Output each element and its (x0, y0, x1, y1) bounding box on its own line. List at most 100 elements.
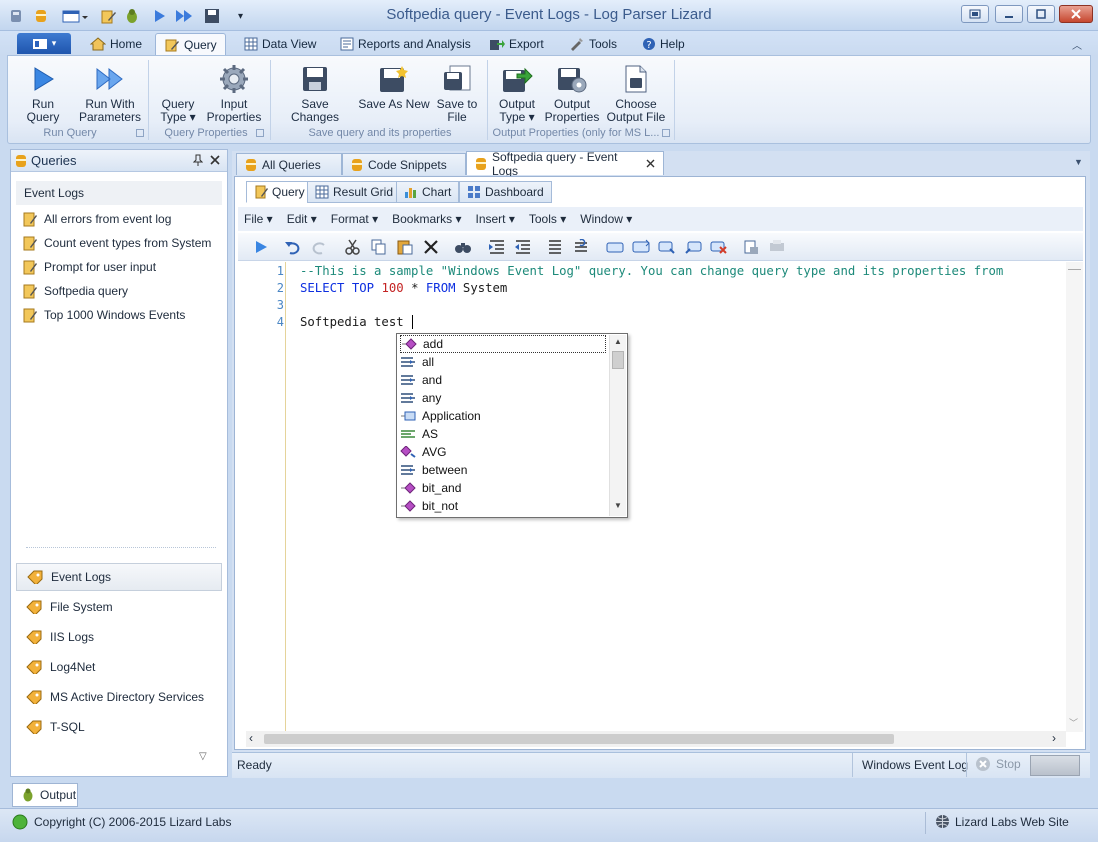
redo-icon[interactable] (310, 239, 328, 255)
bookmark-next-icon[interactable] (658, 239, 676, 255)
run-icon[interactable] (252, 239, 270, 255)
menu-format[interactable]: Format ▾ (331, 212, 378, 226)
query-item[interactable]: Count event types from System (22, 232, 211, 254)
horizontal-scrollbar[interactable] (246, 731, 1066, 747)
autocomplete-item[interactable]: all (400, 353, 606, 371)
tab-home[interactable]: Home (82, 33, 150, 55)
autocomplete-item[interactable]: AS (400, 425, 606, 443)
run-with-parameters-icon[interactable] (174, 8, 194, 24)
bookmark-toggle-icon[interactable] (632, 239, 650, 255)
query-item[interactable]: Prompt for user input (22, 256, 156, 278)
tab-softpedia-query[interactable]: Softpedia query - Event Logs (466, 150, 664, 178)
menu-window[interactable]: Window ▾ (580, 212, 632, 226)
pin-icon[interactable] (193, 154, 203, 166)
autocomplete-item[interactable]: AVG (400, 443, 606, 461)
website-link[interactable]: Lizard Labs Web Site (935, 814, 1069, 829)
window-layout-icon[interactable] (62, 8, 88, 24)
close-button[interactable] (1059, 5, 1093, 23)
chevron-down-icon[interactable]: ▽ (199, 751, 207, 762)
copy-icon[interactable] (370, 239, 388, 255)
vertical-scrollbar[interactable] (1066, 262, 1083, 732)
dialog-launcher-icon[interactable] (256, 129, 264, 137)
autocomplete-item[interactable]: bit_not (400, 497, 606, 515)
autocomplete-item[interactable]: Application (400, 407, 606, 425)
subtab-result-grid[interactable]: Result Grid (307, 181, 402, 203)
find-icon[interactable] (454, 239, 472, 255)
delete-icon[interactable] (422, 239, 440, 255)
collapse-ribbon-icon[interactable]: ︿ (1072, 37, 1082, 52)
file-menu-button[interactable]: ▾ (17, 33, 71, 54)
run-query-button[interactable]: Run Query (14, 60, 72, 124)
tab-query[interactable]: Query (155, 33, 226, 55)
save-as-new-button[interactable]: Save As New (358, 60, 430, 111)
database-icon[interactable] (34, 8, 48, 24)
query-item[interactable]: All errors from event log (22, 208, 171, 230)
tab-reports-and-analysis[interactable]: Reports and Analysis (332, 33, 479, 55)
cut-icon[interactable] (344, 239, 362, 255)
nav-t-sql[interactable]: T-SQL (16, 713, 222, 741)
comment-lines-icon[interactable] (546, 239, 564, 255)
nav-event-logs[interactable]: Event Logs (16, 563, 222, 591)
menu-tools[interactable]: Tools ▾ (529, 212, 566, 226)
subtab-chart[interactable]: Chart (396, 181, 460, 203)
tab-all-queries[interactable]: All Queries (236, 153, 342, 175)
dialog-launcher-icon[interactable] (662, 129, 670, 137)
scroll-down-icon[interactable]: ﹀ (1069, 716, 1078, 729)
stop-button[interactable]: Stop (975, 756, 1021, 772)
print-preview-icon[interactable] (768, 239, 786, 255)
query-type-dropdown[interactable]: Query Type ▾ (156, 60, 200, 124)
close-panel-icon[interactable] (210, 155, 220, 165)
menu-insert[interactable]: Insert ▾ (476, 212, 515, 226)
tab-code-snippets[interactable]: Code Snippets (342, 153, 466, 175)
output-type-dropdown[interactable]: Output Type ▾ (494, 60, 540, 124)
nav-ms-active-directory[interactable]: MS Active Directory Services (16, 683, 222, 711)
print-icon[interactable] (742, 239, 760, 255)
uncomment-lines-icon[interactable] (572, 239, 590, 255)
nav-iis-logs[interactable]: IIS Logs (16, 623, 222, 651)
customize-qat-icon[interactable]: ▾ (238, 11, 243, 22)
scroll-right-icon[interactable]: › (1052, 731, 1056, 745)
query-item[interactable]: Top 1000 Windows Events (22, 304, 185, 326)
choose-output-file-button[interactable]: Choose Output File (604, 60, 668, 124)
restore-ribbon-button[interactable] (961, 5, 989, 23)
save-icon[interactable] (204, 8, 220, 24)
scrollbar-thumb[interactable] (264, 734, 894, 744)
bookmark-clear-icon[interactable] (710, 239, 728, 255)
run-with-parameters-button[interactable]: Run With Parameters (78, 60, 142, 124)
app-icon[interactable] (8, 8, 24, 24)
paste-icon[interactable] (396, 239, 414, 255)
autocomplete-item[interactable]: bit_and (400, 479, 606, 497)
menu-bookmarks[interactable]: Bookmarks ▾ (392, 212, 461, 226)
bug-icon[interactable] (124, 8, 140, 24)
output-tab[interactable]: Output (12, 783, 78, 807)
autocomplete-item[interactable]: and (400, 371, 606, 389)
run-icon[interactable] (152, 8, 166, 24)
menu-file[interactable]: File ▾ (244, 212, 273, 226)
subtab-query[interactable]: Query (246, 181, 313, 203)
output-properties-button[interactable]: Output Properties (544, 60, 600, 124)
scroll-left-icon[interactable]: ‹ (249, 731, 253, 745)
bookmark-icon[interactable] (606, 239, 624, 255)
undo-icon[interactable] (284, 239, 302, 255)
bookmark-prev-icon[interactable] (684, 239, 702, 255)
save-to-file-button[interactable]: Save to File (434, 60, 480, 124)
menu-edit[interactable]: Edit ▾ (287, 212, 317, 226)
tab-data-view[interactable]: Data View (236, 33, 324, 55)
scrollbar-thumb[interactable] (612, 351, 624, 369)
dialog-launcher-icon[interactable] (136, 129, 144, 137)
query-item[interactable]: Softpedia query (22, 280, 128, 302)
close-tab-icon[interactable] (646, 159, 655, 168)
nav-log4net[interactable]: Log4Net (16, 653, 222, 681)
autocomplete-item[interactable]: any (400, 389, 606, 407)
indent-icon[interactable] (488, 239, 506, 255)
save-changes-button[interactable]: Save Changes (278, 60, 352, 124)
minimize-button[interactable] (995, 5, 1023, 23)
edit-query-icon[interactable] (100, 8, 116, 24)
tab-list-dropdown-icon[interactable]: ▼ (1074, 157, 1083, 167)
subtab-dashboard[interactable]: Dashboard (459, 181, 552, 203)
input-properties-button[interactable]: Input Properties (206, 60, 262, 124)
tab-export[interactable]: Export (481, 33, 552, 55)
outdent-icon[interactable] (514, 239, 532, 255)
autocomplete-scrollbar[interactable]: ▲ ▼ (609, 335, 626, 516)
tab-help[interactable]: ? Help (634, 33, 693, 55)
